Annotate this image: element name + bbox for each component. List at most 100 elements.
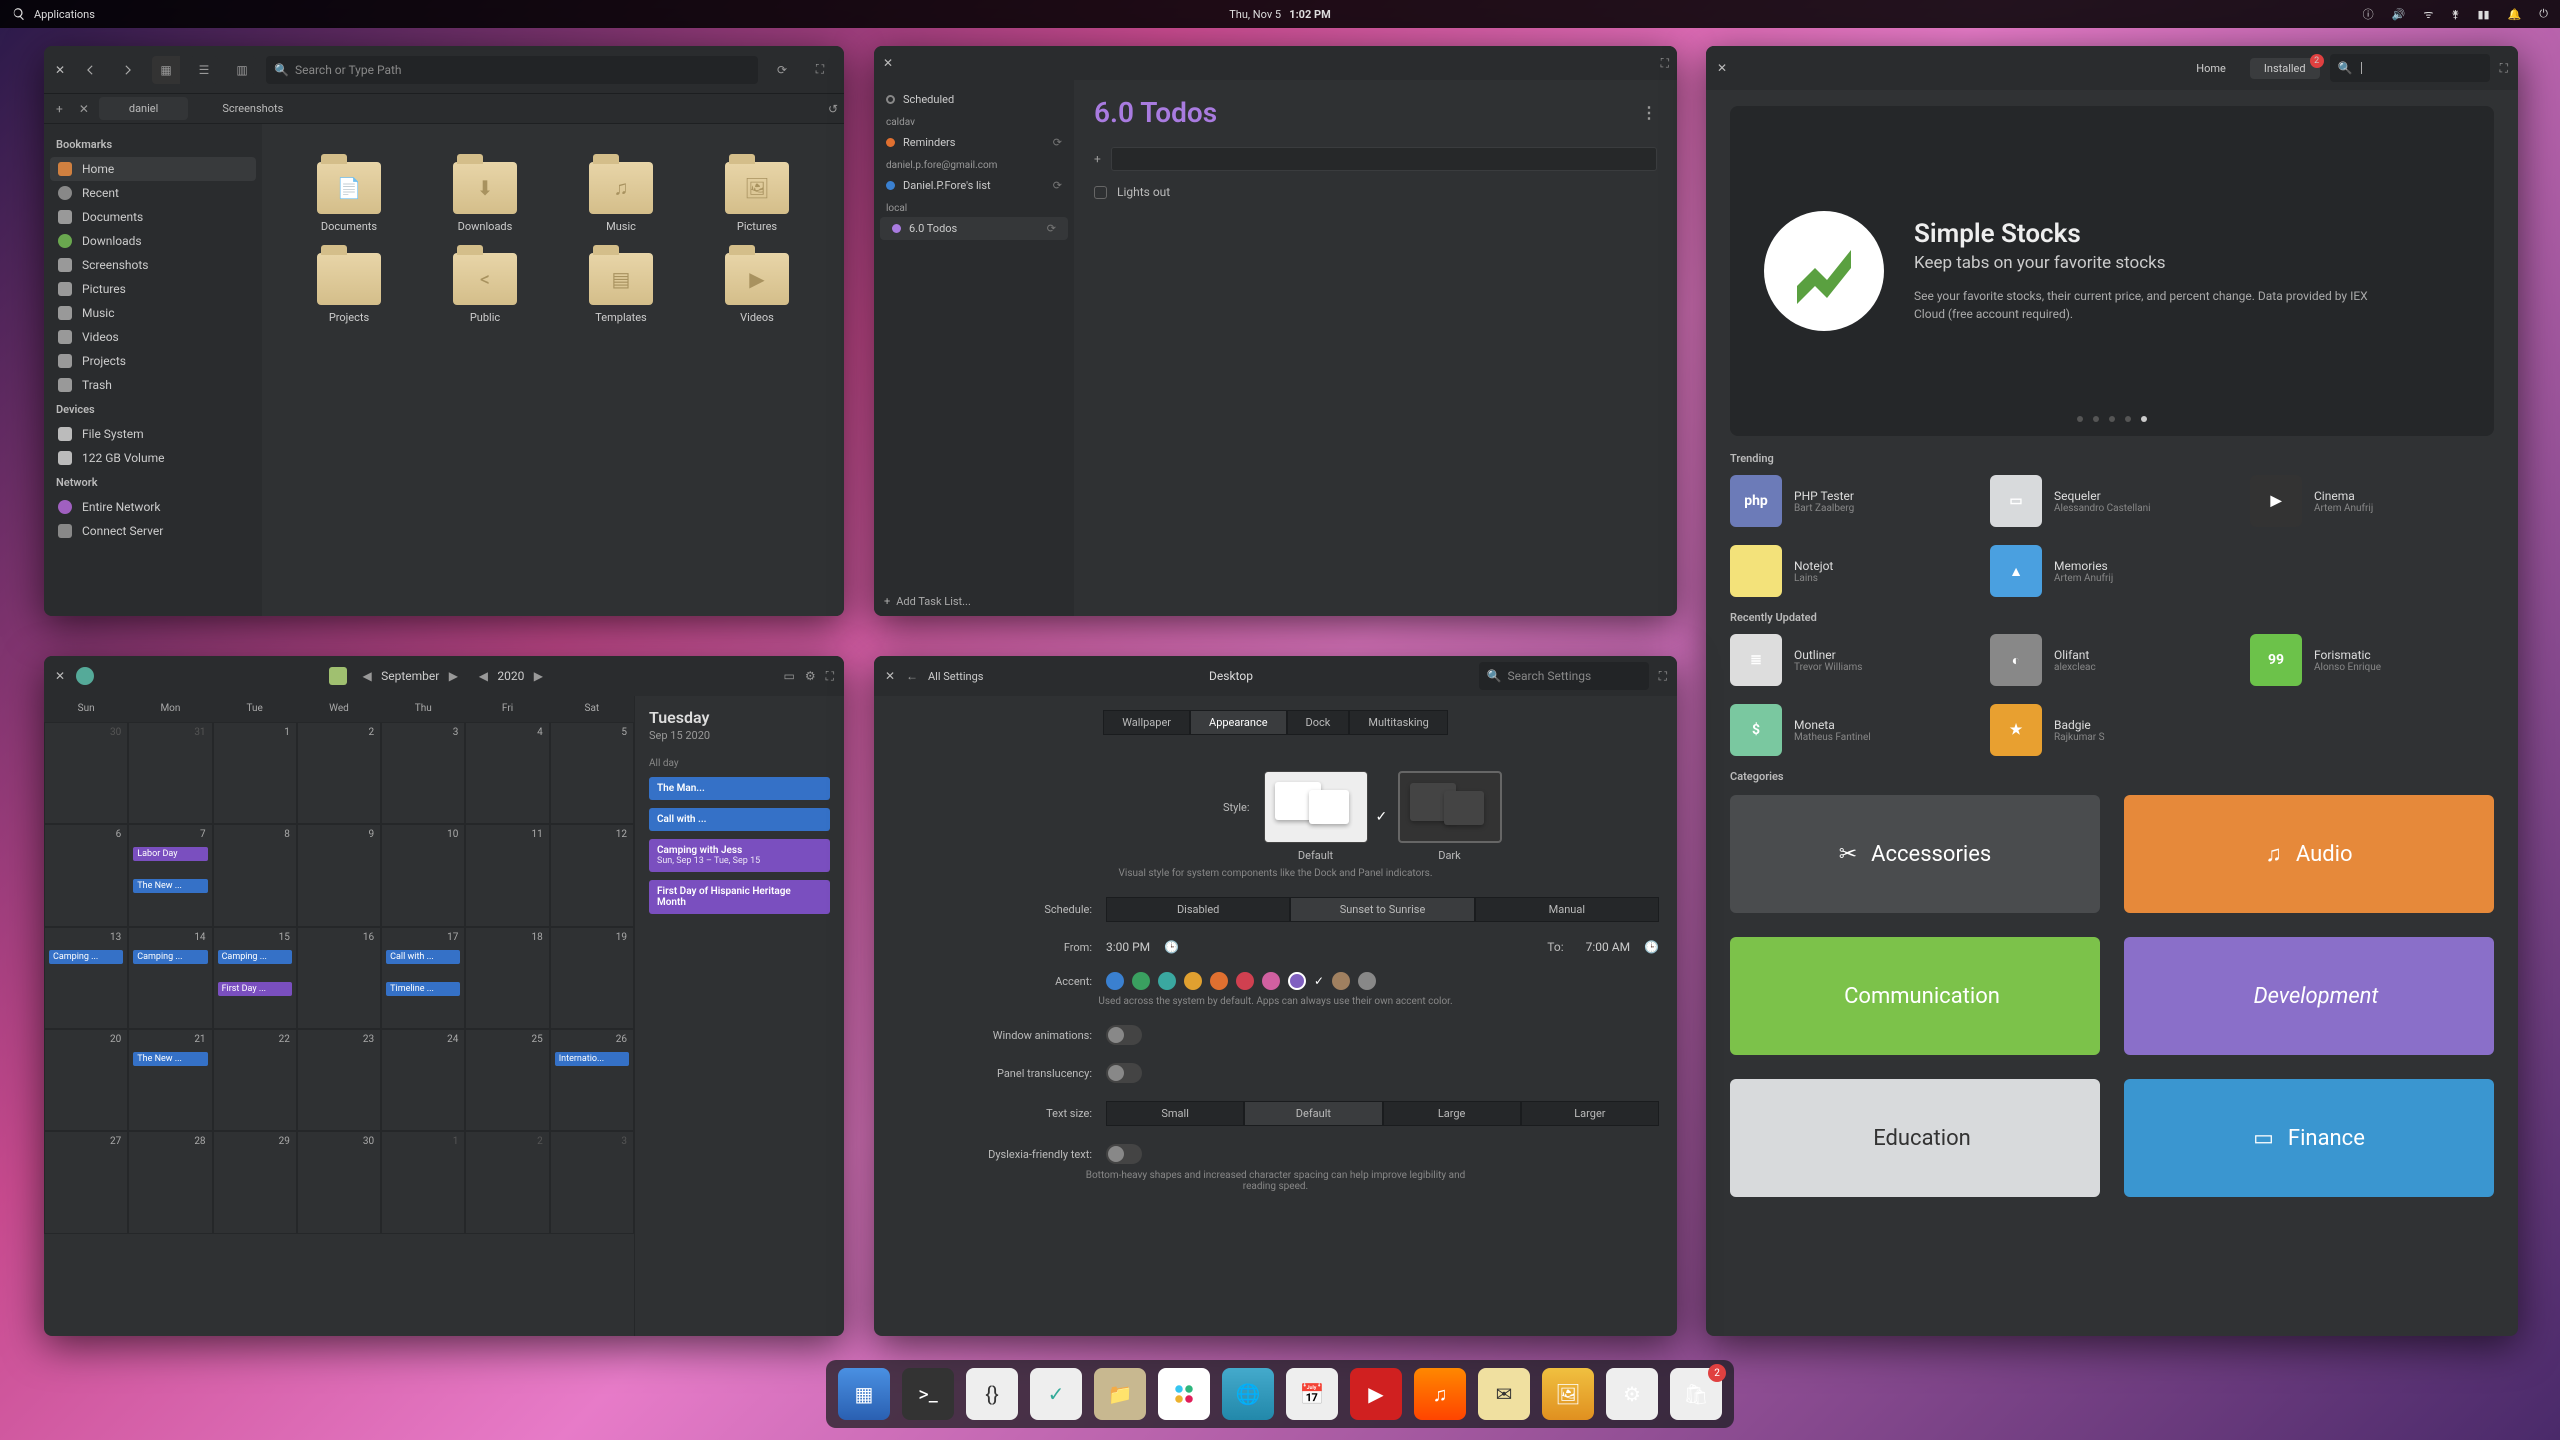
folder-item[interactable]: ▤Templates bbox=[558, 253, 684, 324]
notifications-icon[interactable]: 🔔 bbox=[2508, 8, 2522, 21]
accent-brown[interactable] bbox=[1332, 972, 1350, 990]
folder-item[interactable]: Projects bbox=[286, 253, 412, 324]
calendar-day[interactable]: 7Labor DayThe New ... bbox=[128, 824, 212, 926]
maximize-icon[interactable]: ⛶ bbox=[2500, 61, 2508, 76]
sidebar-item-projects[interactable]: Projects bbox=[44, 349, 262, 373]
close-tab-icon[interactable]: ✕ bbox=[73, 102, 95, 116]
category-card[interactable]: Education bbox=[1730, 1079, 2100, 1197]
today-icon[interactable] bbox=[329, 667, 347, 685]
accent-yellow[interactable] bbox=[1184, 972, 1202, 990]
checkbox[interactable] bbox=[1094, 186, 1107, 199]
accent-orange[interactable] bbox=[1210, 972, 1228, 990]
calendar-day[interactable]: 20 bbox=[44, 1029, 128, 1131]
folder-item[interactable]: 🖼Pictures bbox=[694, 162, 820, 233]
sidebar-item-documents[interactable]: Documents bbox=[44, 205, 262, 229]
calendar-day[interactable]: 12 bbox=[550, 824, 634, 926]
category-card[interactable]: ✂Accessories bbox=[1730, 795, 2100, 913]
dock-photos[interactable]: 🖼 bbox=[1542, 1368, 1594, 1420]
calendar-day[interactable]: 13Camping ... bbox=[44, 927, 128, 1029]
dock-slack[interactable] bbox=[1158, 1368, 1210, 1420]
sidebar-item-network[interactable]: Entire Network bbox=[44, 495, 262, 519]
settings-search[interactable]: 🔍Search Settings bbox=[1479, 662, 1649, 690]
calendar-day[interactable]: 2 bbox=[465, 1131, 549, 1233]
online-accounts-icon[interactable] bbox=[76, 667, 94, 685]
panel-clock[interactable]: Thu, Nov 5 1:02 PM bbox=[1229, 8, 1331, 21]
sidebar-item-screenshots[interactable]: Screenshots bbox=[44, 253, 262, 277]
translucency-toggle[interactable] bbox=[1106, 1063, 1142, 1083]
applications-menu[interactable]: Applications bbox=[12, 7, 95, 21]
calendar-day[interactable]: 29 bbox=[213, 1131, 297, 1233]
calendar-day[interactable]: 30 bbox=[297, 1131, 381, 1233]
close-icon[interactable]: ✕ bbox=[54, 64, 66, 76]
dock-web[interactable]: 🌐 bbox=[1222, 1368, 1274, 1420]
dock-videos[interactable]: ▶ bbox=[1350, 1368, 1402, 1420]
schedule-option[interactable]: Manual bbox=[1475, 897, 1659, 922]
folder-item[interactable]: ▶Videos bbox=[694, 253, 820, 324]
menu-icon[interactable]: ⋮ bbox=[1641, 103, 1657, 122]
tab-history-icon[interactable]: ↺ bbox=[828, 102, 838, 116]
category-card[interactable]: ♫Audio bbox=[2124, 795, 2494, 913]
add-task-list-button[interactable]: +Add Task List... bbox=[884, 595, 971, 608]
app-card[interactable]: $MonetaMatheus Fantinel bbox=[1730, 704, 1960, 756]
next-month-button[interactable]: ▶ bbox=[443, 666, 463, 686]
scheduled-list[interactable]: Scheduled bbox=[874, 88, 1074, 111]
folder-item[interactable]: 📄Documents bbox=[286, 162, 412, 233]
view-column-icon[interactable]: ▥ bbox=[228, 56, 256, 84]
sidebar-item-volume[interactable]: 122 GB Volume bbox=[44, 446, 262, 470]
view-list-icon[interactable]: ☰ bbox=[190, 56, 218, 84]
sidebar-item-trash[interactable]: Trash bbox=[44, 373, 262, 397]
hero-pager[interactable] bbox=[2077, 416, 2147, 422]
sidebar-item-home[interactable]: Home bbox=[50, 157, 256, 181]
calendar-day[interactable]: 15Camping ...First Day ... bbox=[213, 927, 297, 1029]
calendar-day[interactable]: 4 bbox=[465, 722, 549, 824]
close-icon[interactable]: ✕ bbox=[1716, 62, 1728, 74]
dock-appcenter[interactable]: 🛍2 bbox=[1670, 1368, 1722, 1420]
calendar-event[interactable]: Internatio... bbox=[555, 1052, 629, 1066]
calendar-day[interactable]: 5 bbox=[550, 722, 634, 824]
maximize-icon[interactable]: ⛶ bbox=[806, 56, 834, 84]
textsize-option[interactable]: Small bbox=[1106, 1101, 1244, 1126]
sidebar-item-recent[interactable]: Recent bbox=[44, 181, 262, 205]
clock-icon[interactable]: 🕒 bbox=[1164, 940, 1179, 954]
folder-item[interactable]: ⬇Downloads bbox=[422, 162, 548, 233]
app-card[interactable]: ▲MemoriesArtem Anufrij bbox=[1990, 545, 2220, 597]
calendar-event[interactable]: Timeline ... bbox=[386, 982, 460, 996]
back-icon[interactable]: ← bbox=[906, 669, 918, 683]
category-card[interactable]: ▭Finance bbox=[2124, 1079, 2494, 1197]
app-card[interactable]: ≣OutlinerTrevor Williams bbox=[1730, 634, 1960, 686]
calendar-event[interactable]: Call with ... bbox=[386, 950, 460, 964]
category-card[interactable]: Communication bbox=[1730, 937, 2100, 1055]
calendar-day[interactable]: 25 bbox=[465, 1029, 549, 1131]
accent-red[interactable] bbox=[1236, 972, 1254, 990]
settings-tab[interactable]: Appearance bbox=[1190, 710, 1287, 735]
sidebar-item-filesystem[interactable]: File System bbox=[44, 422, 262, 446]
featured-hero[interactable]: Simple Stocks Keep tabs on your favorite… bbox=[1730, 106, 2494, 436]
settings-tab[interactable]: Dock bbox=[1287, 710, 1350, 735]
a11y-icon[interactable]: ⓘ bbox=[2363, 6, 2374, 22]
calendar-day[interactable]: 2 bbox=[297, 722, 381, 824]
path-search-field[interactable]: 🔍 Search or Type Path bbox=[266, 56, 758, 84]
add-event-icon[interactable]: ▭ bbox=[783, 669, 794, 683]
agenda-event[interactable]: Camping with JessSun, Sep 13 – Tue, Sep … bbox=[649, 839, 830, 872]
sidebar-item-connect[interactable]: Connect Server bbox=[44, 519, 262, 543]
sidebar-item-pictures[interactable]: Pictures bbox=[44, 277, 262, 301]
calendar-day[interactable]: 19 bbox=[550, 927, 634, 1029]
dock-files[interactable]: 📁 bbox=[1094, 1368, 1146, 1420]
calendar-day[interactable]: 18 bbox=[465, 927, 549, 1029]
accent-green[interactable] bbox=[1132, 972, 1150, 990]
calendar-day[interactable]: 21The New ... bbox=[128, 1029, 212, 1131]
bluetooth-icon[interactable]: ⚵ bbox=[2451, 8, 2459, 21]
forward-button[interactable] bbox=[114, 56, 142, 84]
app-card[interactable]: ★BadgieRajkumar S bbox=[1990, 704, 2220, 756]
close-icon[interactable]: ✕ bbox=[884, 670, 896, 682]
close-icon[interactable]: ✕ bbox=[54, 670, 66, 682]
calendar-day[interactable]: 11 bbox=[465, 824, 549, 926]
schedule-option[interactable]: Disabled bbox=[1106, 897, 1290, 922]
dock-code[interactable]: {} bbox=[966, 1368, 1018, 1420]
calendar-day[interactable]: 8 bbox=[213, 824, 297, 926]
calendar-event[interactable]: Camping ... bbox=[133, 950, 207, 964]
sidebar-item-music[interactable]: Music bbox=[44, 301, 262, 325]
power-icon[interactable]: ⏻ bbox=[2539, 7, 2548, 21]
calendar-day[interactable]: 1 bbox=[381, 1131, 465, 1233]
new-task-input[interactable] bbox=[1111, 147, 1657, 171]
